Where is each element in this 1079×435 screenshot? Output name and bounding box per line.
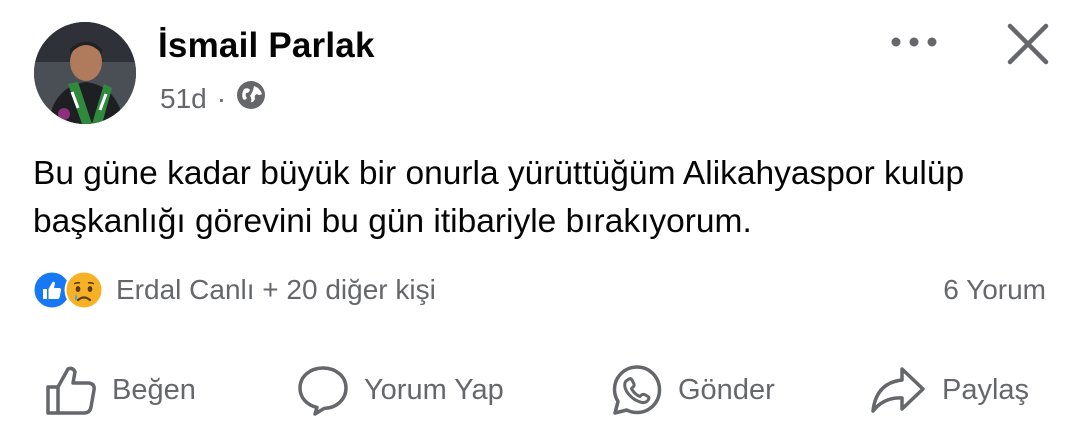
- close-button[interactable]: [1000, 16, 1056, 72]
- reactions-summary[interactable]: Erdal Canlı + 20 diğer kişi: [32, 270, 436, 310]
- post-meta: 51d ·: [160, 80, 266, 117]
- post-text: Bu güne kadar büyük bir onurla yürüttüğü…: [33, 155, 965, 240]
- comment-label: Yorum Yap: [364, 373, 504, 406]
- sad-icon: [64, 270, 104, 310]
- thumbs-up-icon: [46, 366, 96, 415]
- reaction-icons: [32, 270, 104, 310]
- comment-icon: [298, 366, 348, 416]
- avatar-photo: [34, 22, 136, 124]
- meta-separator: ·: [216, 82, 227, 114]
- more-options-button[interactable]: [884, 22, 944, 62]
- share-button[interactable]: Paylaş: [868, 355, 1029, 425]
- comment-button[interactable]: Yorum Yap: [296, 355, 504, 425]
- post-time[interactable]: 51d: [160, 83, 207, 115]
- author-name[interactable]: İsmail Parlak: [158, 26, 375, 66]
- reactors-text[interactable]: Erdal Canlı + 20 diğer kişi: [116, 274, 436, 306]
- whatsapp-icon: [612, 365, 662, 415]
- comments-count[interactable]: 6 Yorum: [943, 274, 1046, 306]
- globe-icon: [236, 80, 266, 117]
- like-label: Beğen: [112, 373, 196, 406]
- action-bar: Beğen Yorum Yap Gönder Paylaş: [0, 355, 1079, 425]
- share-label: Paylaş: [942, 373, 1030, 406]
- author-avatar[interactable]: [34, 22, 136, 124]
- more-icon: [891, 37, 937, 47]
- close-icon: [1007, 23, 1049, 65]
- send-button[interactable]: Gönder: [610, 355, 775, 425]
- like-button[interactable]: Beğen: [44, 355, 196, 425]
- share-icon: [871, 367, 925, 413]
- send-label: Gönder: [678, 373, 775, 406]
